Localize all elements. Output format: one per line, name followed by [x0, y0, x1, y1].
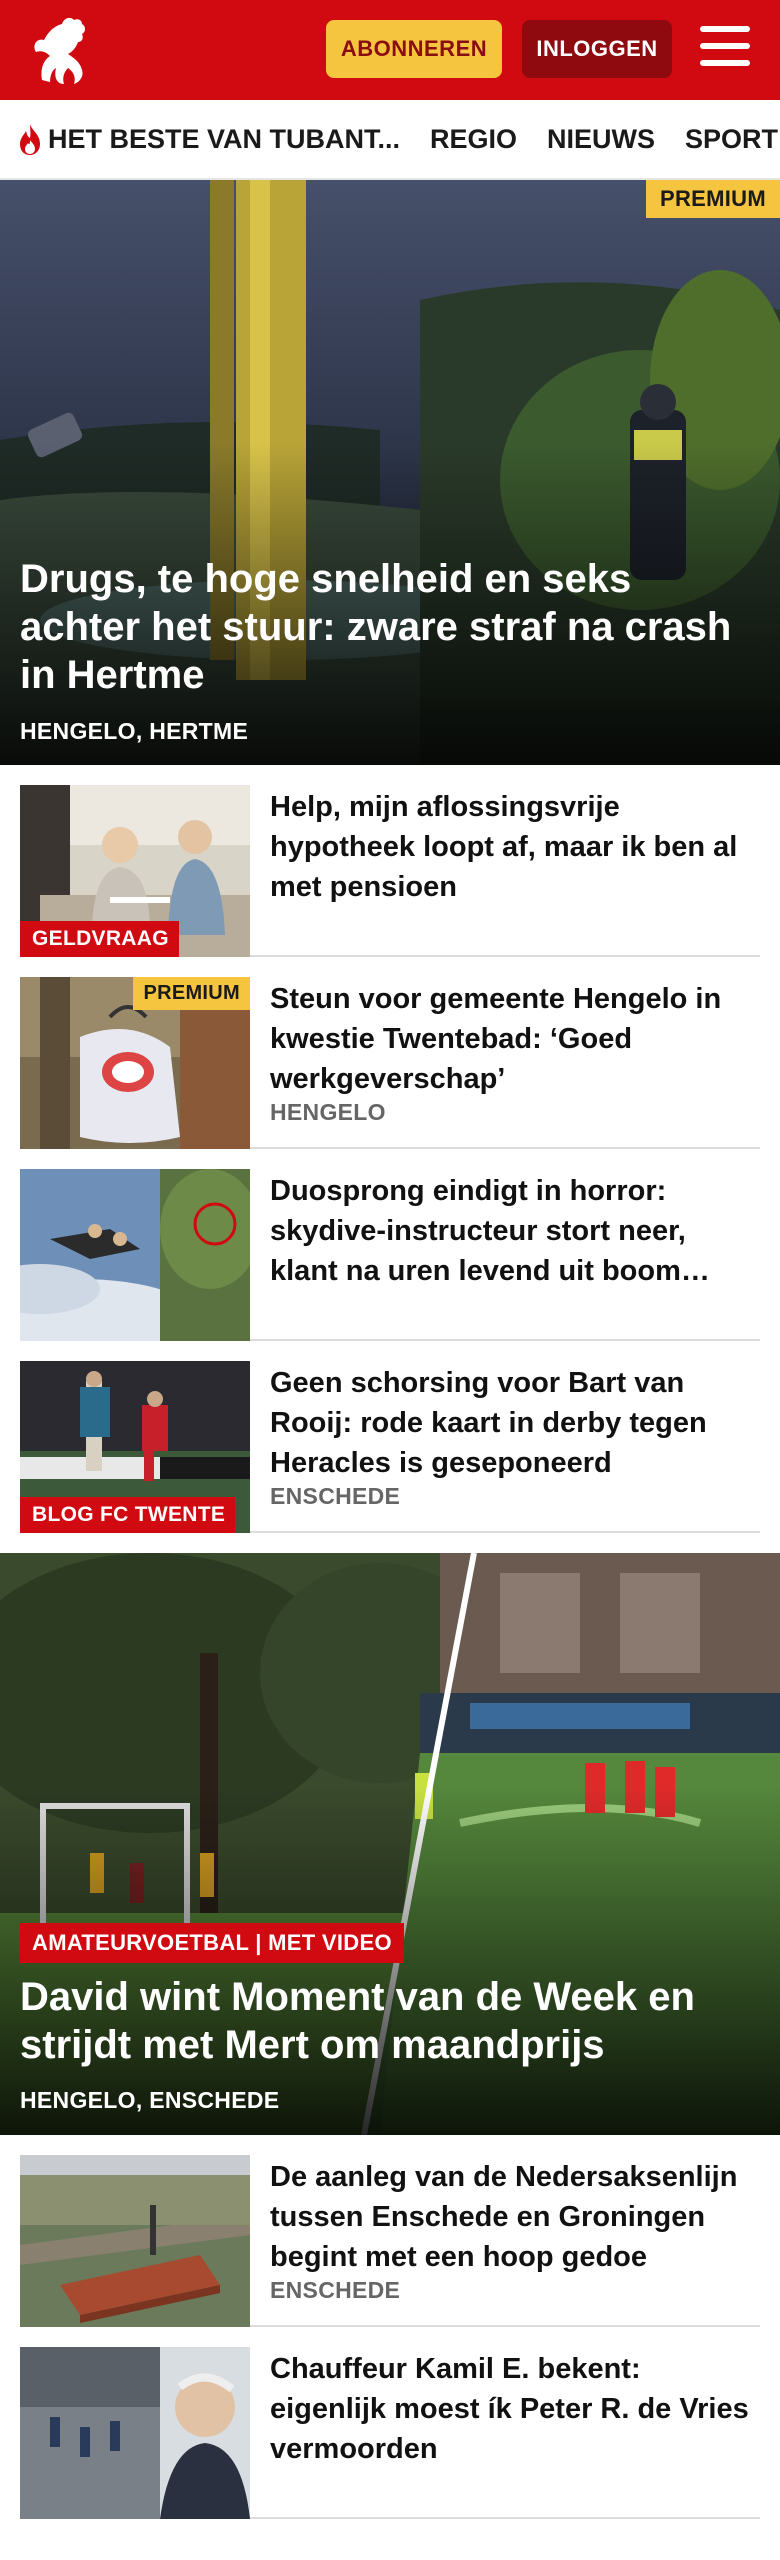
premium-badge: PREMIUM [133, 977, 250, 1010]
article-headline[interactable]: Chauffeur Kamil E. bekent: eigenlijk moe… [270, 2349, 750, 2469]
article-location: ENSCHEDE [270, 2277, 401, 2303]
article-item[interactable]: PREMIUM Steun voor gemeente Hengelo in k… [20, 957, 760, 1149]
category-badge: GELDVRAAG [20, 921, 179, 957]
article-item[interactable]: Duosprong eindigt in horror: skydive-ins… [20, 1149, 760, 1341]
nav-item-regio[interactable]: REGIO [430, 124, 517, 155]
article-thumbnail [20, 2347, 250, 2519]
article-headline[interactable]: Duosprong eindigt in horror: skydive-ins… [270, 1171, 750, 1291]
tubantia-horse-logo-icon[interactable] [20, 10, 100, 90]
article-headline[interactable]: Steun voor gemeente Hengelo in kwestie T… [270, 979, 750, 1099]
nav-label: HET BESTE VAN TUBANT... [48, 123, 401, 154]
category-badge: BLOG FC TWENTE [20, 1497, 236, 1533]
top-header: ABONNEREN INLOGGEN [0, 0, 780, 100]
article-item[interactable]: GELDVRAAG Help, mijn aflossingsvrije hyp… [20, 765, 760, 957]
article-headline[interactable]: Help, mijn aflossingsvrije hypotheek loo… [270, 787, 750, 907]
premium-badge: PREMIUM [646, 180, 780, 218]
article-thumbnail: GELDVRAAG [20, 785, 250, 957]
thumbnail-image [20, 1169, 250, 1341]
subscribe-button[interactable]: ABONNEREN [326, 20, 502, 78]
hero-headline[interactable]: Drugs, te hoge snelheid en seks achter h… [20, 555, 760, 699]
thumbnail-image [20, 2155, 250, 2327]
article-headline[interactable]: De aanleg van de Nedersaksenlijn tussen … [270, 2157, 750, 2277]
nav-item-nieuws[interactable]: NIEUWS [547, 124, 655, 155]
category-badge: AMATEURVOETBAL | MET VIDEO [20, 1923, 404, 1963]
article-thumbnail: PREMIUM [20, 977, 250, 1149]
article-thumbnail [20, 2155, 250, 2327]
feature-article[interactable]: AMATEURVOETBAL | MET VIDEO David wint Mo… [0, 1553, 780, 2135]
hero-article[interactable]: PREMIUM Drugs, te hoge snelheid en seks … [0, 180, 780, 765]
article-location: ENSCHEDE [270, 1483, 401, 1509]
article-item[interactable]: BLOG FC TWENTE Geen schorsing voor Bart … [20, 1341, 760, 1533]
nav-item-sport[interactable]: SPORT [685, 124, 778, 155]
article-thumbnail: BLOG FC TWENTE [20, 1361, 250, 1533]
feature-location: HENGELO, ENSCHEDE [20, 2087, 280, 2113]
section-nav: HET BESTE VAN TUBANT... REGIO NIEUWS SPO… [0, 100, 780, 180]
feature-headline[interactable]: David wint Moment van de Week en strijdt… [20, 1973, 760, 2069]
article-item[interactable]: De aanleg van de Nedersaksenlijn tussen … [20, 2135, 760, 2327]
thumbnail-image [20, 2347, 250, 2519]
flame-icon [20, 124, 40, 155]
nav-item-best-of[interactable]: HET BESTE VAN TUBANT... [16, 122, 400, 156]
login-button[interactable]: INLOGGEN [522, 20, 672, 78]
article-location: HENGELO [270, 1099, 386, 1125]
article-item[interactable]: Chauffeur Kamil E. bekent: eigenlijk moe… [20, 2327, 760, 2519]
article-thumbnail [20, 1169, 250, 1341]
hero-location: HENGELO, HERTME [20, 718, 249, 744]
article-headline[interactable]: Geen schorsing voor Bart van Rooij: rode… [270, 1363, 750, 1483]
hamburger-menu-icon[interactable] [700, 26, 750, 72]
